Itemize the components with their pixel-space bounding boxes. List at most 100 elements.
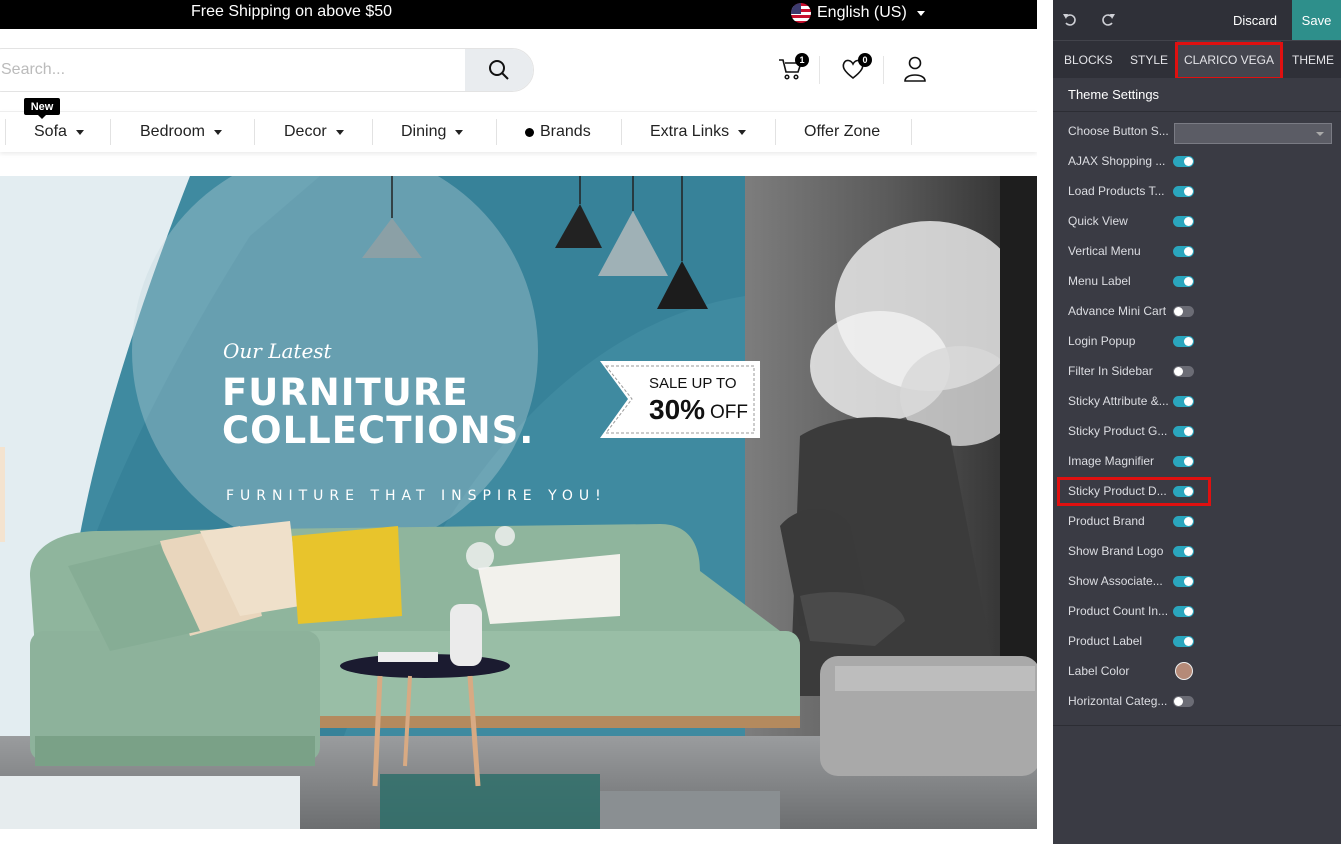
main-menu: Sofa Bedroom Decor Dining Brands Extra L… [0, 111, 1037, 152]
menu-item-brands[interactable]: Brands [525, 112, 591, 152]
cart-count-badge: 1 [795, 53, 809, 67]
option-toggle[interactable] [1173, 576, 1194, 587]
menu-divider [5, 119, 6, 145]
menu-item-label: Sofa [34, 123, 67, 140]
toggle-knob [1184, 187, 1193, 196]
search-button[interactable] [465, 49, 533, 91]
option-toggle[interactable] [1173, 636, 1194, 647]
account-button[interactable] [900, 54, 930, 84]
search-bar [0, 48, 534, 92]
theme-settings-list: Choose Button S... AJAX Shopping ... Loa… [1053, 113, 1341, 726]
divider [819, 56, 820, 84]
button-style-select[interactable] [1174, 123, 1332, 144]
option-row: Image Magnifier [1053, 446, 1341, 476]
option-label: Product Brand [1068, 514, 1145, 528]
option-row: Horizontal Categ... [1053, 686, 1341, 716]
option-toggle[interactable] [1173, 276, 1194, 287]
option-toggle[interactable] [1173, 366, 1194, 377]
toggle-knob [1184, 397, 1193, 406]
menu-item-dining[interactable]: Dining [401, 112, 464, 152]
tab-clarico-vega[interactable]: CLARICO VEGA [1177, 41, 1281, 78]
option-row: Filter In Sidebar [1053, 356, 1341, 386]
chevron-down-icon [455, 129, 464, 135]
option-row: Show Brand Logo [1053, 536, 1341, 566]
toggle-knob [1184, 217, 1193, 226]
bullet-icon [525, 127, 534, 137]
announcement-bar: Free Shipping on above $50 English (US) [0, 0, 1037, 29]
option-toggle[interactable] [1173, 606, 1194, 617]
option-toggle[interactable] [1173, 156, 1194, 167]
editor-toolbar: Discard Save [1053, 0, 1341, 40]
option-label: Choose Button S... [1068, 124, 1169, 138]
option-toggle[interactable] [1173, 186, 1194, 197]
option-row: Product Label [1053, 626, 1341, 656]
toggle-knob [1184, 457, 1193, 466]
toggle-knob [1184, 607, 1193, 616]
toggle-knob [1184, 157, 1193, 166]
option-label: Vertical Menu [1068, 244, 1141, 258]
tab-theme[interactable]: THEME [1292, 41, 1334, 78]
option-toggle[interactable] [1173, 396, 1194, 407]
option-row: Sticky Attribute &... [1053, 386, 1341, 416]
side-tab[interactable] [0, 447, 5, 542]
hero-banner[interactable]: Our Latest FURNITURE COLLECTIONS. FURNIT… [0, 176, 1037, 829]
option-toggle[interactable] [1173, 456, 1194, 467]
tab-blocks[interactable]: BLOCKS [1064, 41, 1113, 78]
option-label: Quick View [1068, 214, 1128, 228]
free-shipping-text: Free Shipping on above $50 [191, 3, 393, 20]
option-row: Product Brand [1053, 506, 1341, 536]
option-toggle[interactable] [1173, 696, 1194, 707]
menu-divider [254, 119, 255, 145]
panel-gutter [1037, 0, 1053, 844]
option-toggle[interactable] [1173, 486, 1194, 497]
option-label: Label Color [1068, 664, 1130, 678]
menu-divider [621, 119, 622, 145]
option-label: Show Brand Logo [1068, 544, 1164, 558]
option-label: Filter In Sidebar [1068, 364, 1153, 378]
wishlist-button[interactable]: 0 [838, 53, 872, 84]
discard-button[interactable]: Discard [1223, 0, 1287, 40]
chevron-down-icon [335, 129, 344, 135]
option-row: Vertical Menu [1053, 236, 1341, 266]
toggle-knob [1174, 697, 1183, 706]
cart-button[interactable]: 1 [775, 53, 809, 84]
toggle-knob [1184, 337, 1193, 346]
option-row: Sticky Product G... [1053, 416, 1341, 446]
menu-item-bedroom[interactable]: Bedroom [140, 112, 222, 152]
undo-icon[interactable] [1062, 12, 1078, 28]
us-flag-icon [791, 3, 811, 23]
banner-subtitle: Our Latest [223, 339, 332, 363]
language-label: English (US) [817, 4, 907, 21]
language-selector[interactable]: English (US) [791, 3, 925, 23]
option-label: AJAX Shopping ... [1068, 154, 1166, 168]
option-toggle[interactable] [1173, 216, 1194, 227]
option-row: Product Count In... [1053, 596, 1341, 626]
search-icon [489, 60, 509, 80]
option-toggle[interactable] [1173, 336, 1194, 347]
menu-item-label: Bedroom [140, 123, 205, 140]
option-toggle[interactable] [1173, 306, 1194, 317]
label-color-swatch[interactable] [1175, 662, 1193, 680]
sale-top-text: SALE UP TO [649, 375, 737, 392]
menu-item-extra-links[interactable]: Extra Links [650, 112, 747, 152]
tab-style[interactable]: STYLE [1130, 41, 1168, 78]
option-toggle[interactable] [1173, 246, 1194, 257]
redo-icon[interactable] [1100, 12, 1116, 28]
divider [883, 56, 884, 84]
search-input[interactable] [1, 49, 447, 91]
option-toggle[interactable] [1173, 516, 1194, 527]
menu-item-decor[interactable]: Decor [284, 112, 344, 152]
save-button[interactable]: Save [1292, 0, 1341, 40]
chevron-down-icon [916, 10, 925, 16]
option-label: Sticky Attribute &... [1068, 394, 1169, 408]
toggle-knob [1184, 247, 1193, 256]
menu-item-offer-zone[interactable]: Offer Zone [804, 112, 880, 152]
option-toggle[interactable] [1173, 546, 1194, 557]
option-row-sticky-product-detail: Sticky Product D... [1053, 476, 1341, 506]
menu-item-label: Decor [284, 123, 327, 140]
menu-divider [110, 119, 111, 145]
website-preview: Free Shipping on above $50 English (US) … [0, 0, 1037, 844]
option-toggle[interactable] [1173, 426, 1194, 437]
chevron-down-icon [738, 129, 747, 135]
chevron-down-icon [75, 129, 84, 135]
